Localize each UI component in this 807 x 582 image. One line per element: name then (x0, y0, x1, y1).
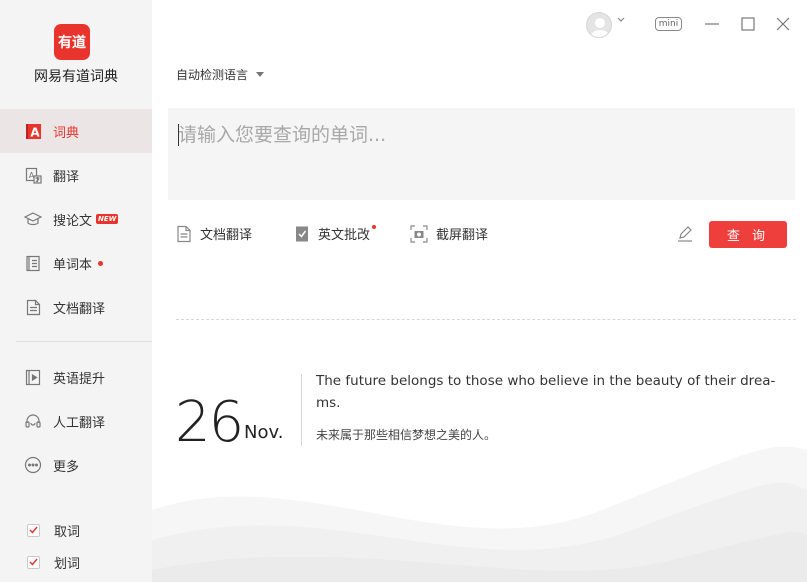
select-word-checkbox[interactable] (27, 555, 40, 569)
maximize-icon (741, 17, 755, 31)
document-icon (177, 225, 191, 242)
graduation-cap-icon (24, 210, 42, 228)
logo-text: 有道 (58, 35, 86, 51)
notification-dot (98, 260, 104, 266)
more-icon (24, 456, 42, 474)
mini-mode-button[interactable]: mini (655, 17, 682, 31)
screenshot-translate-tool[interactable]: 截屏翻译 (410, 224, 488, 243)
dictionary-icon: A (24, 122, 42, 140)
svg-text:A: A (30, 125, 40, 139)
wave-background (152, 446, 807, 582)
language-label: 自动检测语言 (176, 68, 249, 82)
capture-word-checkbox[interactable] (27, 523, 40, 537)
minimize-icon (705, 23, 719, 25)
close-icon (776, 17, 790, 31)
sidebar-item-dictionary[interactable]: A 词典 (0, 109, 152, 153)
sidebar-item-label: 更多 (53, 459, 80, 475)
language-select[interactable]: 自动检测语言 (176, 66, 265, 83)
sidebar-item-human-translate[interactable]: 人工翻译 (0, 399, 152, 443)
minimize-button[interactable] (702, 14, 722, 34)
sidebar-item-label: 文档翻译 (53, 301, 106, 317)
caret-down-icon (256, 72, 265, 77)
select-word-toggle[interactable]: 划词 (0, 550, 152, 574)
daily-quote-chinese: 未来属于那些相信梦想之美的人。 (316, 428, 497, 442)
daily-quote-english: The future belongs to those who believe … (316, 373, 776, 411)
text-cursor (178, 124, 179, 146)
maximize-button[interactable] (738, 14, 758, 34)
check-icon (29, 526, 38, 534)
doc-translate-tool[interactable]: 文档翻译 (176, 224, 252, 243)
translate-icon: A (24, 166, 42, 184)
play-video-icon (24, 368, 42, 386)
sidebar-item-label: 词典 (53, 125, 80, 141)
tool-label: 文档翻译 (200, 228, 253, 243)
sidebar-item-doc-translate[interactable]: 文档翻译 (0, 285, 152, 329)
user-icon (590, 18, 610, 37)
chevron-down-icon[interactable] (617, 15, 625, 26)
notification-dot (372, 225, 376, 229)
sidebar-item-translate[interactable]: A 翻译 (0, 153, 152, 197)
edit-icon[interactable] (676, 225, 694, 243)
app-name: 网易有道词典 (34, 69, 118, 85)
date-day: 26 (175, 390, 244, 455)
section-divider (176, 319, 796, 320)
select-word-label: 划词 (54, 556, 81, 572)
sidebar-item-more[interactable]: 更多 (0, 443, 152, 487)
check-doc-icon (296, 226, 308, 241)
search-input[interactable] (168, 108, 795, 200)
tool-label: 截屏翻译 (436, 228, 489, 243)
sidebar-item-label: 英语提升 (53, 371, 106, 387)
document-icon (24, 298, 42, 316)
date-divider (301, 374, 302, 446)
close-button[interactable] (773, 14, 793, 34)
headset-icon (24, 412, 42, 430)
screenshot-icon (410, 224, 428, 243)
new-badge: NEW (96, 214, 119, 224)
capture-word-toggle[interactable]: 取词 (0, 518, 152, 542)
sidebar-item-label: 单词本 (53, 257, 93, 273)
app-logo: 有道 (54, 24, 90, 60)
sidebar-item-label: 人工翻译 (53, 415, 106, 431)
tool-label: 英文批改 (318, 228, 371, 243)
capture-word-label: 取词 (54, 524, 81, 540)
sidebar-item-label: 搜论文 (53, 213, 93, 229)
user-avatar[interactable] (586, 12, 612, 38)
sidebar-item-papers[interactable]: 搜论文 NEW (0, 197, 152, 241)
check-icon (29, 558, 38, 566)
essay-correction-tool[interactable]: 英文批改 (294, 224, 370, 243)
sidebar-item-label: 翻译 (53, 169, 80, 185)
sidebar-divider (16, 341, 152, 342)
sidebar-item-english-improve[interactable]: 英语提升 (0, 355, 152, 399)
date-month: Nov. (244, 422, 284, 443)
sidebar-item-wordbook[interactable]: 单词本 (0, 241, 152, 285)
sidebar: 有道 网易有道词典 A 词典 A 翻译 搜论文 NEW 单词本 文档翻译 英语提… (0, 0, 152, 582)
query-button[interactable]: 查 询 (709, 221, 787, 248)
wordbook-icon (24, 254, 42, 272)
